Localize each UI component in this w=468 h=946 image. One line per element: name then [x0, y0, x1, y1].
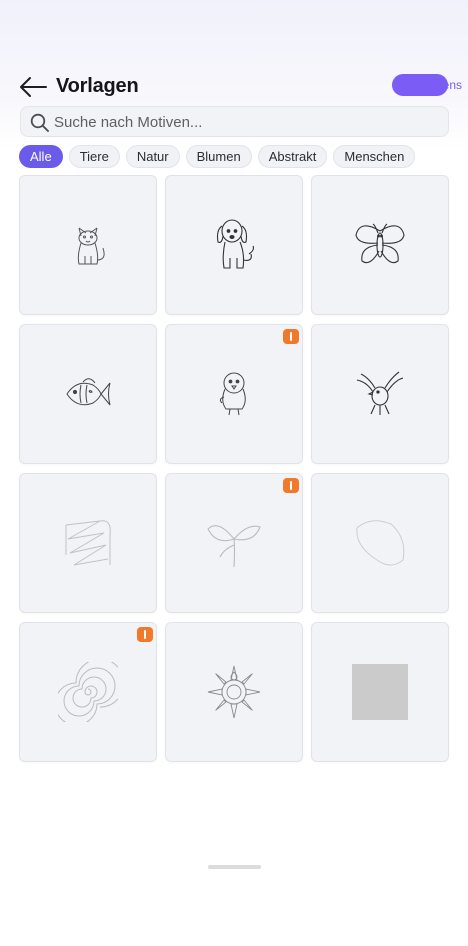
filter-chips: Alle Tiere Natur Blumen Abstrakt Mensche…	[19, 145, 416, 169]
chip-blumen[interactable]: Blumen	[185, 145, 252, 168]
template-card-chick[interactable]	[165, 324, 303, 464]
chip-natur[interactable]: Natur	[125, 145, 180, 168]
chip-tiere[interactable]: Tiere	[68, 145, 120, 168]
arrow-left-icon	[20, 77, 47, 97]
template-card-butterfly[interactable]	[311, 175, 449, 315]
spiral-drawing	[58, 662, 118, 722]
template-card-placeholder[interactable]	[311, 622, 449, 762]
template-card-mandala[interactable]	[165, 622, 303, 762]
template-card-fish[interactable]	[19, 324, 157, 464]
dog-drawing	[216, 219, 255, 269]
search-input[interactable]	[54, 111, 434, 133]
search-bar[interactable]	[20, 106, 449, 137]
leaf-drawing	[356, 520, 405, 566]
home-indicator	[208, 865, 261, 869]
chip-menschen[interactable]: Menschen	[333, 145, 416, 168]
page-title: Vorlagen	[56, 75, 139, 97]
chick-drawing	[219, 372, 246, 416]
thumbnail-placeholder	[352, 664, 408, 720]
template-card-sprout[interactable]	[165, 473, 303, 613]
cat-drawing	[77, 227, 105, 265]
search-icon	[30, 113, 49, 132]
pro-button-label[interactable]: ens	[443, 78, 462, 92]
template-card-bird[interactable]	[311, 324, 449, 464]
template-card-cat[interactable]	[19, 175, 157, 315]
fish-drawing	[66, 378, 111, 406]
premium-badge	[283, 478, 299, 493]
chip-alle[interactable]: Alle	[19, 145, 63, 168]
premium-badge	[283, 329, 299, 344]
premium-badge	[137, 627, 153, 642]
back-button[interactable]	[18, 74, 48, 100]
template-card-abstract[interactable]	[19, 473, 157, 613]
template-grid	[19, 175, 449, 762]
butterfly-drawing	[355, 223, 405, 264]
abstract-lines-drawing	[65, 520, 111, 566]
mandala-drawing	[207, 665, 261, 719]
sprout-drawing	[207, 525, 261, 568]
template-card-spiral[interactable]	[19, 622, 157, 762]
bird-drawing	[356, 371, 404, 415]
chip-abstrakt[interactable]: Abstrakt	[257, 145, 328, 168]
header: Vorlagen ens	[18, 74, 468, 100]
template-card-leaf[interactable]	[311, 473, 449, 613]
template-card-dog[interactable]	[165, 175, 303, 315]
pro-button[interactable]	[392, 74, 448, 96]
